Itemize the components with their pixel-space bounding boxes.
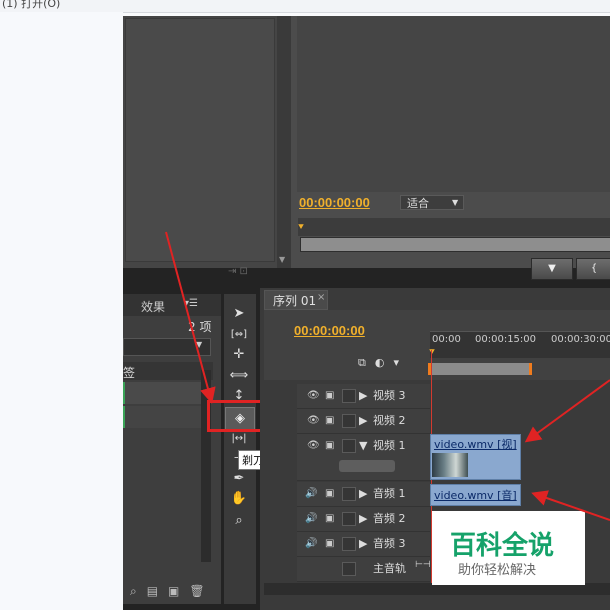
arrow-to-video-clip	[524, 379, 610, 443]
arrow-to-razor	[165, 231, 216, 404]
arrow-to-audio-clip	[531, 490, 610, 521]
annotation-arrows	[165, 231, 610, 521]
